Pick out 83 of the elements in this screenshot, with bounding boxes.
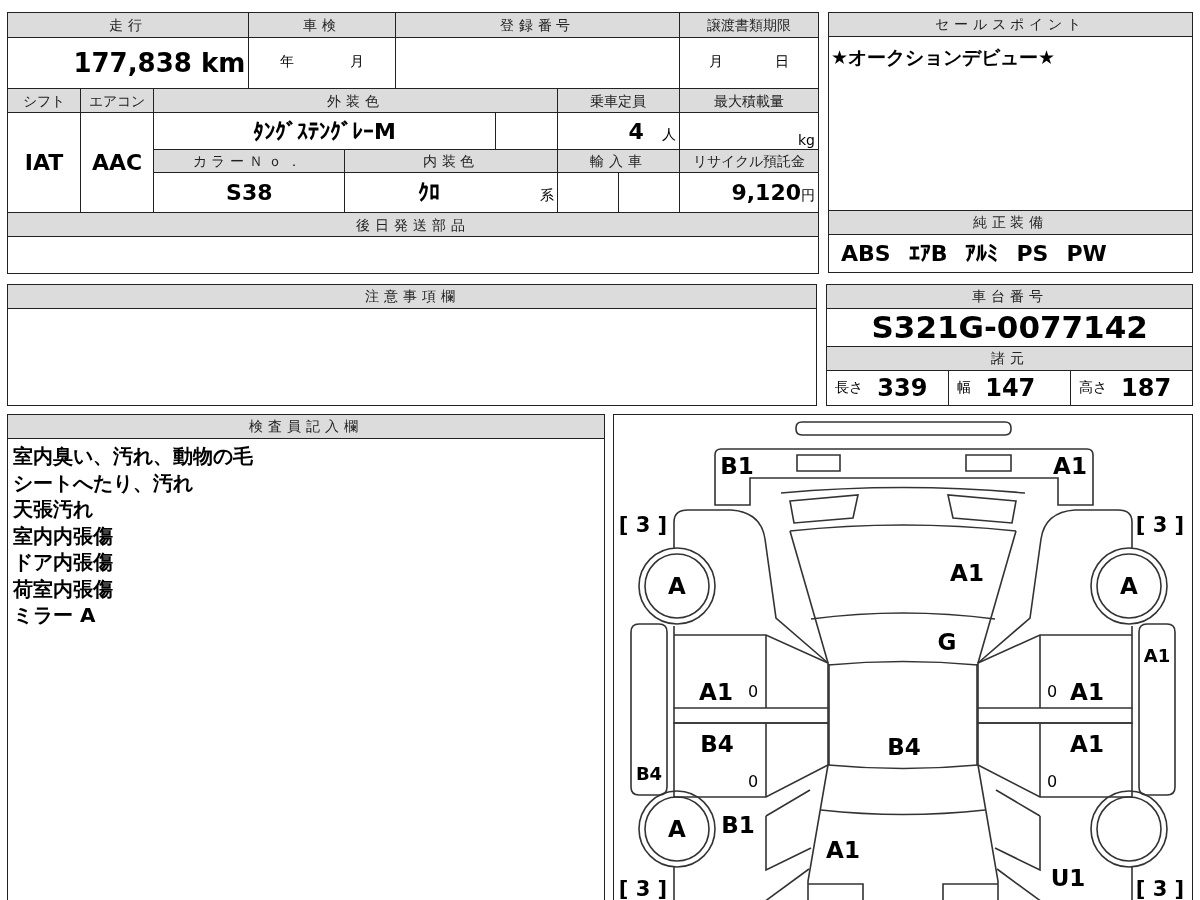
damage-code: B1 [720, 453, 754, 479]
note-line: 天張汚れ [13, 496, 94, 523]
damage-code: B4 [635, 763, 663, 784]
equipment-item: ｱﾙﾐ [965, 241, 999, 266]
damage-code: A1 [826, 837, 860, 863]
window-code: 0 [1046, 682, 1058, 701]
note-line: ミラー A [13, 602, 97, 629]
equipment-item: PS [1016, 241, 1049, 266]
tread-depth: [ 3 ] [1135, 513, 1185, 537]
section-header: 車台番号 [827, 285, 1192, 309]
field-label: 譲渡書類期限 [679, 12, 819, 38]
field-label: 輸入車 [557, 149, 680, 173]
unit-label: 日 [774, 53, 789, 71]
field-label: 登録番号 [395, 12, 680, 38]
unit-label: 人 [661, 125, 676, 144]
note-line: 室内内張傷 [13, 522, 114, 549]
note-line: ドア内張傷 [13, 549, 114, 576]
window-code: 0 [1046, 772, 1058, 791]
note-line: 室内臭い、汚れ、動物の毛 [13, 443, 254, 470]
field-value: IAT [7, 112, 81, 213]
damage-code: A1 [1053, 453, 1087, 479]
unit-label: 円 [801, 187, 815, 205]
window-code: 0 [747, 772, 759, 791]
window-code: 0 [747, 682, 759, 701]
damage-code: A1 [950, 560, 984, 586]
tire-code: A [1120, 573, 1138, 599]
spec-label: 高さ [1079, 379, 1108, 397]
spec-value: 147 [985, 374, 1036, 402]
damage-code: U1 [1050, 865, 1086, 891]
damage-code: A1 [699, 679, 733, 705]
field-value: S38 [153, 172, 345, 213]
spec-label: 長さ [835, 379, 864, 397]
field-label: 車検 [248, 12, 396, 38]
tire-icon [1090, 790, 1168, 868]
field-label: 最大積載量 [679, 88, 819, 113]
unit-label: 年 [280, 53, 295, 71]
tread-depth: [ 3 ] [1135, 877, 1185, 900]
damage-code: A1 [1070, 679, 1104, 705]
section-header: 注意事項欄 [8, 285, 817, 309]
field-value: 177,838 km [7, 37, 249, 89]
spec-label: 幅 [957, 379, 972, 397]
field-label: 外装色 [153, 88, 558, 113]
tread-depth: [ 3 ] [618, 877, 668, 900]
field-label: 後日発送部品 [7, 212, 819, 237]
tire-code: A [668, 573, 686, 599]
section-header: 検査員記入欄 [8, 415, 604, 439]
unit-label: kg [798, 132, 815, 148]
equipment-item: ｴｱB [908, 241, 948, 266]
spec-value: 187 [1121, 374, 1172, 402]
note-line: 荷室内張傷 [13, 575, 114, 602]
field-value: 9,120 [731, 180, 801, 205]
spec-value: 339 [877, 374, 928, 402]
field-label: 走行 [7, 12, 249, 38]
damage-code: B1 [721, 812, 755, 838]
damage-code: A1 [1143, 645, 1171, 666]
field-label: リサイクル預託金 [679, 149, 819, 173]
unit-label: 月 [708, 53, 723, 71]
damage-code: G [937, 629, 957, 655]
section-header: 純正装備 [829, 211, 1192, 235]
damage-code: B4 [887, 734, 921, 760]
tire-icon [1090, 547, 1168, 625]
equipment-item: PW [1066, 241, 1107, 266]
tread-depth: [ 3 ] [618, 513, 668, 537]
tire-icon [638, 547, 716, 625]
note-line: シートへたり、汚れ [13, 469, 194, 496]
field-value: ﾀﾝｸﾞｽﾃﾝｸﾞﾚｰM [153, 112, 496, 150]
section-header: セールスポイント [829, 13, 1192, 37]
field-label: シフト [7, 88, 81, 113]
section-header: 諸元 [827, 347, 1192, 371]
sales-point-text: ★オークションデビュー★ [830, 45, 1056, 70]
field-label: 乗車定員 [557, 88, 680, 113]
damage-code: B4 [700, 731, 734, 757]
tire-icon [638, 790, 716, 868]
unit-label: 月 [350, 53, 365, 71]
field-value: AAC [80, 112, 154, 213]
field-value: ｸﾛ [418, 180, 441, 205]
tire-code: A [668, 816, 686, 842]
equipment-item: ABS [841, 241, 891, 266]
field-value: 4 [628, 118, 644, 144]
field-label: カラーＮｏ． [153, 149, 345, 173]
damage-code: A1 [1070, 731, 1104, 757]
unit-label: 系 [539, 187, 554, 205]
field-label: 内装色 [344, 149, 558, 173]
